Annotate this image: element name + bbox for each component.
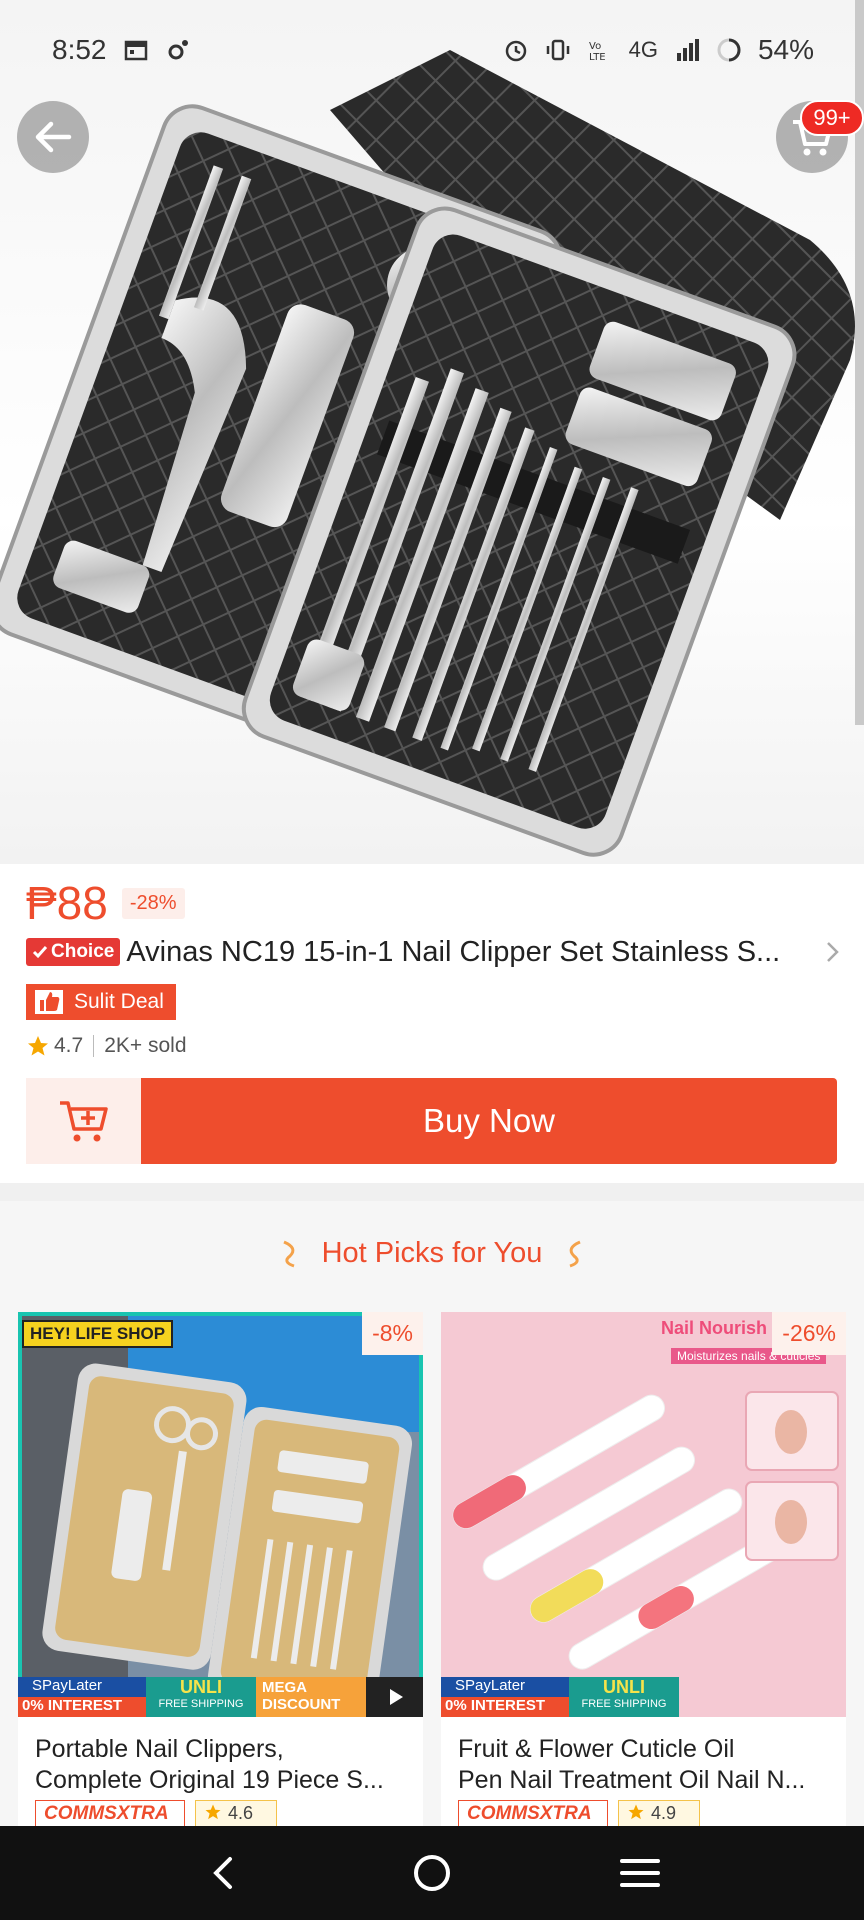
home-circle-icon (414, 1855, 450, 1891)
product-card-image: HEY! LIFE SHOP -8% SPayLater 0% INTEREST… (18, 1312, 423, 1717)
chevron-right-icon (827, 942, 839, 962)
choice-badge: Choice (26, 938, 121, 966)
section-divider (0, 1183, 864, 1201)
card-rating-tag: 4.6 (195, 1800, 277, 1827)
product-card[interactable]: HEY! LIFE SHOP -8% SPayLater 0% INTEREST… (18, 1312, 423, 1827)
chevron-left-icon (213, 1857, 232, 1889)
spaylater-banner: SPayLater 0% INTEREST (18, 1677, 146, 1717)
interest-label: 0% INTEREST (18, 1697, 146, 1717)
checkmark-icon (32, 946, 48, 959)
unli-label: UNLI (603, 1677, 645, 1697)
star-icon (205, 1804, 221, 1820)
product-page: 8:52 Vo LTE 4G 54% 99+ ₱88 -28% Choice Av… (0, 0, 864, 1920)
sulit-deal-label: Sulit Deal (74, 990, 164, 1013)
star-icon (628, 1804, 644, 1820)
battery-level: 54% (757, 34, 814, 65)
card-discount-badge: -26% (772, 1312, 846, 1355)
thumbs-up-icon (35, 990, 63, 1014)
card-title-line: Fruit & Flower Cuticle Oil (458, 1735, 735, 1763)
nav-home-button[interactable] (402, 1843, 462, 1903)
card-rating-tag: 4.9 (618, 1800, 700, 1827)
card-discount-badge: -8% (362, 1312, 423, 1355)
card-rating-value: 4.9 (651, 1803, 677, 1823)
video-badge (366, 1677, 423, 1717)
signal-icon (676, 39, 699, 61)
nail-nourish-label: Nail Nourish (661, 1318, 768, 1338)
interest-label: 0% INTEREST (441, 1697, 569, 1717)
arrow-left-icon (35, 121, 72, 153)
calendar-icon (124, 40, 147, 61)
promo-banner: SPayLater 0% INTEREST UNLI FREE SHIPPING (441, 1677, 846, 1717)
product-card-title: Fruit & Flower Cuticle Oil Pen Nail Trea… (458, 1734, 834, 1796)
cart-count-badge: 99+ (800, 100, 864, 136)
volte-icon: VoLTE (589, 41, 606, 63)
card-title-line: Pen Nail Treatment Oil Nail N... (458, 1766, 806, 1794)
nail-kit-illustration (0, 50, 855, 857)
hot-picks-header: Hot Picks for You (0, 1237, 864, 1270)
network-type: 4G (628, 37, 658, 62)
alarm-icon (505, 40, 526, 62)
svg-text:Vo: Vo (589, 41, 601, 52)
vibrate-icon (546, 39, 569, 61)
product-card-image: Nail Nourish Moisturizes nails & cuticle… (441, 1312, 846, 1717)
settings-icon (168, 40, 188, 60)
menu-icon (620, 1859, 660, 1887)
product-title: Avinas NC19 15-in-1 Nail Clipper Set Sta… (126, 935, 781, 968)
mega-discount-label: MEGA DISCOUNT (256, 1677, 366, 1717)
spaylater-banner: SPayLater 0% INTEREST (441, 1677, 569, 1717)
play-icon (389, 1689, 403, 1705)
sulit-deal-badge: Sulit Deal (26, 984, 176, 1020)
flourish-left-icon (282, 1240, 295, 1267)
free-shipping-label: FREE SHIPPING (581, 1698, 667, 1710)
spaylater-label: SPayLater (441, 1677, 569, 1697)
rating-row: 4.7 2K+ sold (26, 1034, 187, 1058)
status-bar: 8:52 Vo LTE 4G 54% (0, 0, 864, 100)
product-card[interactable]: Nail Nourish Moisturizes nails & cuticle… (441, 1312, 846, 1827)
gold-nail-kit-image (18, 1312, 423, 1717)
hot-picks-section: Hot Picks for You HEY! LIFE SHOP -8% SPa… (0, 1201, 864, 1827)
shop-badge: HEY! LIFE SHOP (22, 1320, 174, 1348)
free-shipping-label: FREE SHIPPING (158, 1698, 244, 1710)
rating-value: 4.7 (54, 1034, 84, 1057)
card-title-line: Complete Original 19 Piece S... (35, 1766, 384, 1794)
discount-badge: -28% (121, 887, 185, 919)
svg-text:LTE: LTE (589, 52, 606, 63)
status-time: 8:52 (52, 34, 107, 65)
cuticle-oil-image (441, 1312, 846, 1717)
star-icon (28, 1036, 48, 1056)
card-tags: COMMSXTRA 4.6 (35, 1800, 277, 1827)
add-to-cart-button[interactable] (26, 1078, 141, 1164)
product-price: ₱88 (26, 877, 108, 929)
nav-recents-button[interactable] (610, 1843, 670, 1903)
card-tags: COMMSXTRA 4.9 (458, 1800, 700, 1827)
product-card-title: Portable Nail Clippers, Complete Origina… (35, 1734, 411, 1796)
spaylater-label: SPayLater (18, 1677, 146, 1697)
flourish-right-icon (569, 1240, 582, 1267)
unli-banner: UNLI FREE SHIPPING (569, 1677, 679, 1717)
commsxtra-tag: COMMSXTRA (35, 1800, 185, 1827)
system-nav-bar (0, 1826, 864, 1920)
commsxtra-tag: COMMSXTRA (458, 1800, 608, 1827)
unli-banner: UNLI FREE SHIPPING (146, 1677, 256, 1717)
product-image[interactable] (0, 0, 864, 864)
unli-label: UNLI (180, 1677, 222, 1697)
rating-divider (93, 1035, 95, 1057)
sold-count: 2K+ sold (104, 1034, 187, 1057)
back-button[interactable] (17, 101, 89, 173)
price-row: ₱88 -28% (26, 875, 185, 931)
hot-picks-title: Hot Picks for You (321, 1237, 543, 1269)
card-rating-value: 4.6 (228, 1803, 254, 1823)
product-title-row[interactable]: Choice Avinas NC19 15-in-1 Nail Clipper … (26, 930, 844, 974)
card-title-line: Portable Nail Clippers, (35, 1735, 284, 1763)
buy-now-button[interactable]: Buy Now (141, 1078, 837, 1164)
battery-icon (717, 38, 741, 62)
nav-back-button[interactable] (194, 1843, 254, 1903)
add-to-cart-icon (59, 1101, 108, 1142)
choice-label: Choice (51, 941, 115, 962)
promo-banner: SPayLater 0% INTEREST UNLI FREE SHIPPING… (18, 1677, 423, 1717)
